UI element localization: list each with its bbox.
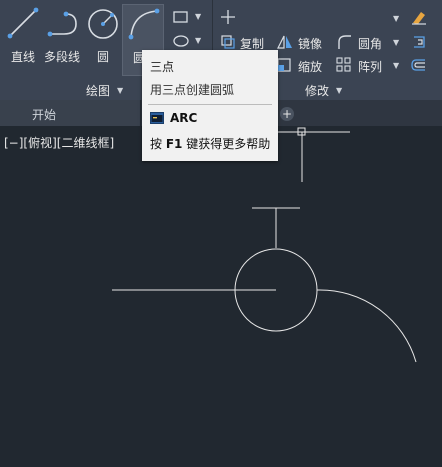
help-key: F1 <box>165 137 183 151</box>
draw-panel-title[interactable]: 绘图 <box>86 82 110 99</box>
scale-button[interactable]: 缩放 <box>298 58 322 75</box>
drawing-canvas[interactable] <box>0 126 442 467</box>
tooltip-description: 用三点创建圆弧 <box>150 83 235 97</box>
add-tab-button[interactable]: + <box>280 107 294 121</box>
scale-icon[interactable] <box>276 57 292 73</box>
modify-panel-dropdown-icon[interactable]: ▼ <box>336 86 342 95</box>
tooltip-divider <box>148 104 272 105</box>
rectangle-dropdown-icon[interactable]: ▼ <box>195 12 201 21</box>
tooltip-command-name: ARC <box>170 111 198 125</box>
array-button[interactable]: 阵列 <box>358 58 382 75</box>
tab-start[interactable]: 开始 <box>0 100 141 126</box>
fillet-icon[interactable] <box>336 34 352 50</box>
mirror-button[interactable]: 镜像 <box>298 35 322 52</box>
ellipse-icon[interactable] <box>172 34 190 48</box>
circle-label: 圆 <box>97 50 110 64</box>
drawn-geometry <box>112 207 417 363</box>
polyline-label: 多段线 <box>44 50 81 64</box>
polyline-icon <box>47 11 77 37</box>
arc-tooltip: 三点 用三点创建圆弧 ARC 按 F1 键获得更多帮助 <box>142 50 278 161</box>
help-prefix: 按 <box>150 137 163 151</box>
offset-icon[interactable] <box>410 57 428 73</box>
circle-tool-button[interactable]: 圆 <box>86 4 120 64</box>
polyline-tool-button[interactable]: 多段线 <box>44 4 84 64</box>
arc-icon <box>128 8 160 40</box>
line-tool-button[interactable]: 直线 <box>4 4 42 64</box>
ellipse-dropdown-icon[interactable]: ▼ <box>195 36 201 45</box>
modify-panel-title[interactable]: 修改 <box>305 82 329 99</box>
command-icon <box>150 112 164 124</box>
circle-icon <box>88 9 118 39</box>
move-icon[interactable] <box>220 9 236 25</box>
fillet-button[interactable]: 圆角 <box>358 35 382 52</box>
array-dropdown-icon[interactable]: ▼ <box>393 61 399 70</box>
copy-icon[interactable] <box>220 34 236 50</box>
array-icon[interactable] <box>336 57 352 73</box>
line-icon <box>7 7 39 39</box>
modify-dropdown-icon[interactable]: ▼ <box>393 14 399 23</box>
erase-icon[interactable] <box>410 8 428 26</box>
help-suffix: 键获得更多帮助 <box>186 137 271 151</box>
tooltip-title: 三点 <box>150 60 175 74</box>
fillet-dropdown-icon[interactable]: ▼ <box>393 38 399 47</box>
draw-panel-dropdown-icon[interactable]: ▼ <box>117 86 123 95</box>
tab-start-label: 开始 <box>32 108 57 122</box>
mirror-icon[interactable] <box>276 34 294 50</box>
line-label: 直线 <box>11 50 36 64</box>
explode-icon[interactable] <box>410 34 428 50</box>
rectangle-icon[interactable] <box>172 10 190 24</box>
tooltip-help-text: 按 F1 键获得更多帮助 <box>150 135 270 152</box>
